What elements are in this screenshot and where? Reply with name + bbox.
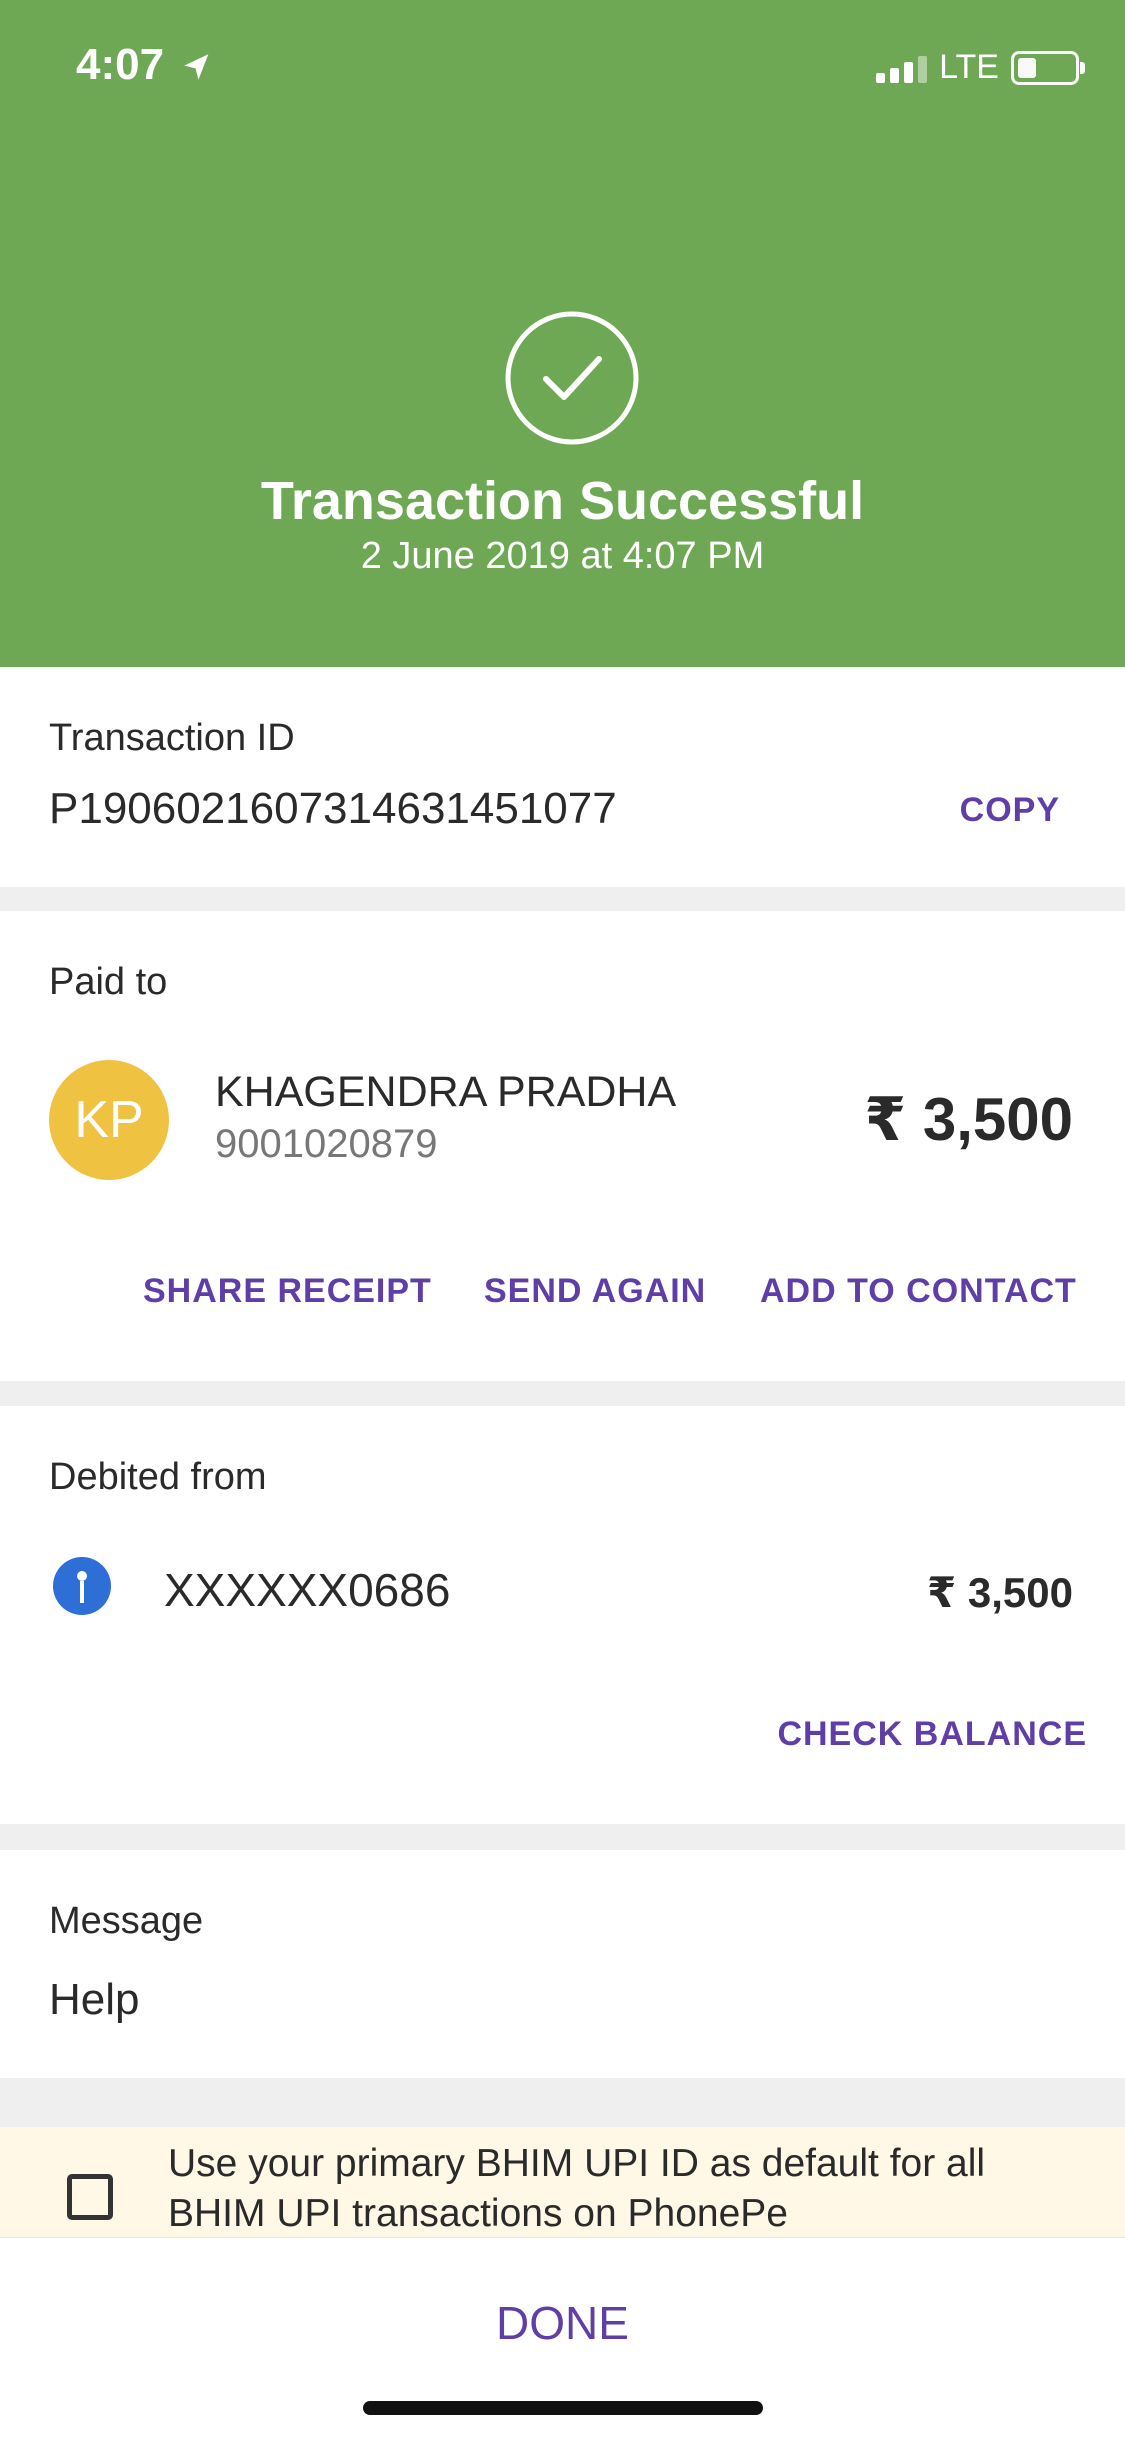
status-indicators: LTE: [876, 48, 1085, 87]
bottom-bar: DONE: [0, 2237, 1125, 2437]
location-arrow-icon: [184, 54, 209, 80]
copy-button[interactable]: COPY: [960, 791, 1060, 830]
check-circle-icon: [505, 311, 639, 445]
default-upi-checkbox[interactable]: [67, 2174, 113, 2220]
default-upi-text: Use your primary BHIM UPI ID as default …: [168, 2142, 986, 2235]
payee-phone: 9001020879: [215, 1122, 438, 1166]
debited-from-label: Debited from: [49, 1456, 267, 1498]
bank-logo-icon: [53, 1557, 111, 1615]
share-receipt-button[interactable]: SHARE RECEIPT: [143, 1272, 432, 1311]
payee-avatar: KP: [49, 1060, 169, 1180]
payee-amount: ₹ 3,500: [864, 1086, 1073, 1153]
signal-icon: [876, 53, 928, 83]
payee-name: KHAGENDRA PRADHA: [215, 1068, 677, 1116]
message-text: Help: [49, 1975, 140, 2024]
send-again-button[interactable]: SEND AGAIN: [484, 1272, 706, 1311]
default-upi-notice: Use your primary BHIM UPI ID as default …: [0, 2127, 1125, 2237]
network-label: LTE: [939, 48, 999, 86]
transaction-id-value: P1906021607314631451077: [49, 784, 617, 833]
transaction-date: 2 June 2019 at 4:07 PM: [360, 535, 765, 577]
paid-to-label: Paid to: [49, 961, 168, 1003]
transaction-id-card: Transaction ID P1906021607314631451077 C…: [0, 667, 1125, 887]
status-time: 4:07: [76, 40, 165, 89]
debited-amount: ₹ 3,500: [927, 1569, 1073, 1616]
battery-icon: [1011, 50, 1085, 85]
transaction-id-label: Transaction ID: [49, 717, 295, 759]
success-header: 4:07 LTE Transaction Successful 2 June 2…: [0, 0, 1125, 667]
done-button[interactable]: DONE: [0, 2296, 1125, 2350]
message-label: Message: [49, 1900, 204, 1942]
debited-account: XXXXXX0686: [164, 1564, 451, 1616]
home-indicator: [363, 2401, 763, 2415]
add-to-contact-button[interactable]: ADD TO CONTACT: [760, 1272, 1077, 1311]
transaction-status-title: Transaction Successful: [260, 471, 865, 531]
message-card: Message Help: [0, 1850, 1125, 2078]
check-balance-button[interactable]: CHECK BALANCE: [777, 1715, 1087, 1754]
